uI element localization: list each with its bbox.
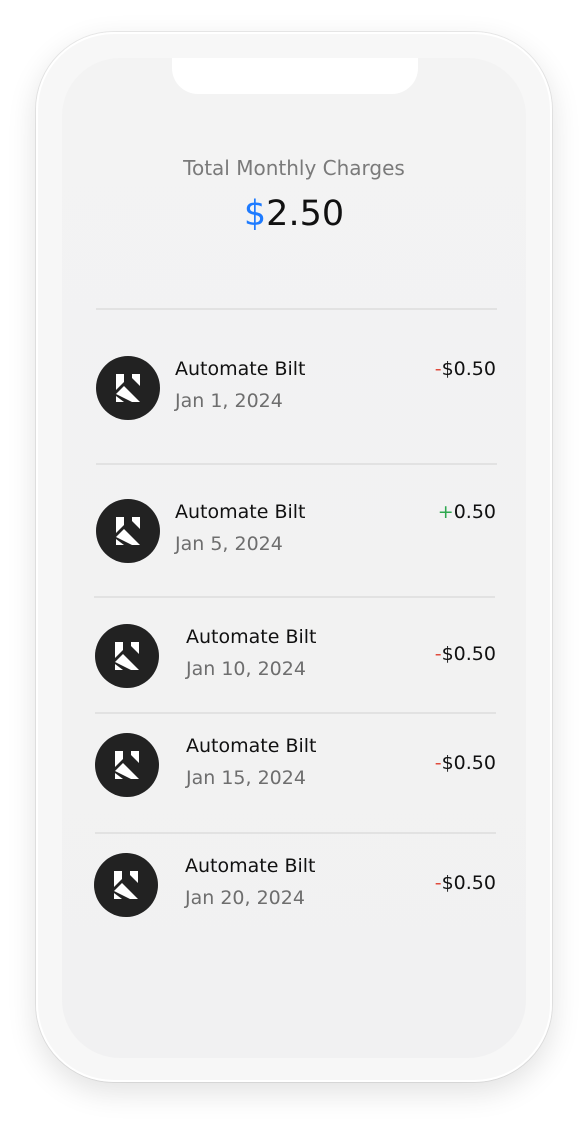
amount-value: 0.50 — [453, 501, 496, 523]
amount-value: $0.50 — [441, 643, 496, 665]
amount-sign: - — [434, 872, 442, 894]
currency-symbol: $ — [243, 194, 267, 234]
divider — [96, 463, 497, 465]
transaction-date: Jan 10, 2024 — [186, 658, 306, 680]
bilt-logo-icon — [96, 356, 160, 420]
transaction-amount: -$0.50 — [435, 358, 496, 380]
transaction-row[interactable]: Automate Bilt Jan 20, 2024 -$0.50 — [94, 853, 496, 923]
amount-sign: - — [434, 358, 442, 380]
transaction-name: Automate Bilt — [186, 735, 317, 757]
transaction-row[interactable]: Automate Bilt Jan 5, 2024 +0.50 — [96, 499, 496, 569]
bilt-logo-icon — [94, 853, 158, 917]
transaction-date: Jan 5, 2024 — [175, 533, 283, 555]
transaction-amount: +0.50 — [438, 501, 496, 523]
transaction-name: Automate Bilt — [175, 501, 306, 523]
bilt-logo-icon — [95, 733, 159, 797]
amount-sign: - — [434, 643, 442, 665]
total-value: 2.50 — [266, 194, 345, 234]
total-label: Total Monthly Charges — [183, 156, 405, 180]
bilt-logo-icon — [96, 499, 160, 563]
transaction-row[interactable]: Automate Bilt Jan 10, 2024 -$0.50 — [95, 624, 496, 694]
amount-value: $0.50 — [441, 752, 496, 774]
amount-sign: - — [434, 752, 442, 774]
phone-screen: Total Monthly Charges $2.50 Automate Bil… — [62, 58, 526, 1058]
transaction-row[interactable]: Automate Bilt Jan 1, 2024 -$0.50 — [96, 356, 496, 426]
divider — [95, 832, 496, 834]
transaction-date: Jan 20, 2024 — [185, 887, 305, 909]
transaction-date: Jan 15, 2024 — [186, 767, 306, 789]
transaction-amount: -$0.50 — [435, 872, 496, 894]
amount-value: $0.50 — [441, 872, 496, 894]
transaction-row[interactable]: Automate Bilt Jan 15, 2024 -$0.50 — [95, 733, 496, 803]
transaction-name: Automate Bilt — [186, 626, 317, 648]
transaction-amount: -$0.50 — [435, 643, 496, 665]
amount-value: $0.50 — [441, 358, 496, 380]
phone-notch — [172, 58, 418, 94]
bilt-logo-icon — [95, 624, 159, 688]
amount-sign: + — [437, 501, 454, 523]
divider — [94, 596, 495, 598]
transaction-date: Jan 1, 2024 — [175, 390, 283, 412]
phone-frame: Total Monthly Charges $2.50 Automate Bil… — [36, 32, 552, 1082]
divider — [95, 712, 496, 714]
transaction-amount: -$0.50 — [435, 752, 496, 774]
transaction-name: Automate Bilt — [185, 855, 316, 877]
divider — [96, 308, 497, 310]
transaction-name: Automate Bilt — [175, 358, 306, 380]
total-amount: $2.50 — [62, 194, 526, 234]
